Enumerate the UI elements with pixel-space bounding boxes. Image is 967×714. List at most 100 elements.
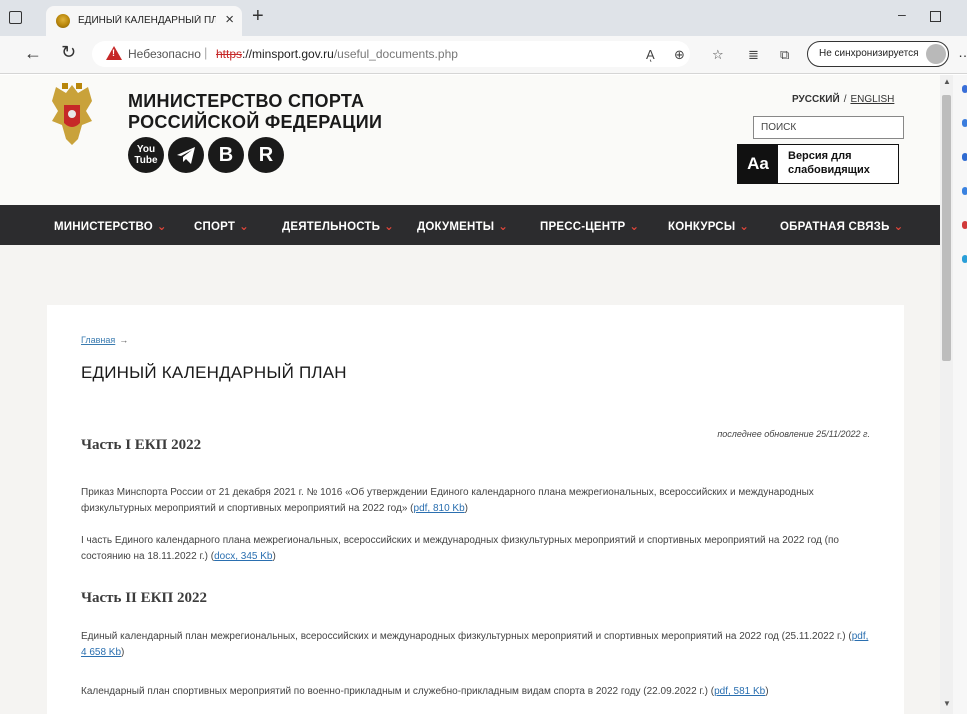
document-entry: Приказ Минспорта России от 21 декабря 20… <box>81 485 871 517</box>
nav-item-ministry[interactable]: МИНИСТЕРСТВО ⌄ <box>54 219 167 233</box>
read-aloud-icon[interactable]: Aͅ <box>646 47 655 62</box>
nav-label: КОНКУРСЫ <box>668 221 736 233</box>
warning-icon <box>106 46 122 60</box>
last-updated: последнее обновление 25/11/2022 г. <box>717 429 870 439</box>
breadcrumb-arrow: → <box>119 335 129 345</box>
chevron-down-icon: ⌄ <box>893 221 904 233</box>
section-title-part2: Часть II ЕКП 2022 <box>81 590 207 606</box>
rutube-icon[interactable]: R <box>248 137 284 173</box>
nav-label: ДЕЯТЕЛЬНОСТЬ <box>282 221 381 233</box>
ministry-name[interactable]: МИНИСТЕРСТВО СПОРТА РОССИЙСКОЙ ФЕДЕРАЦИИ <box>128 91 388 133</box>
nav-label: ДОКУМЕНТЫ <box>417 221 495 233</box>
sidebar-outlook-icon[interactable] <box>962 255 967 263</box>
youtube-text-top: You <box>136 144 156 155</box>
address-toolbar: ← ↻ Небезопасно | https://minsport.gov.r… <box>0 36 967 74</box>
breadcrumb-home-link[interactable]: Главная <box>81 335 115 345</box>
docx-download-link[interactable]: docx, 345 Kb <box>214 551 272 562</box>
entry-text: Календарный план спортивных мероприятий … <box>81 686 715 697</box>
pdf-download-link[interactable]: pdf, 810 Kb <box>414 503 465 514</box>
sync-profile-button[interactable]: Не синхронизируется <box>807 41 949 67</box>
coat-of-arms-icon[interactable] <box>48 81 96 147</box>
edge-sidebar <box>953 75 967 714</box>
sidebar-search-icon[interactable] <box>962 85 967 93</box>
entry-end: ) <box>765 686 769 697</box>
accessibility-aa-icon: Aa <box>738 145 778 183</box>
zoom-icon[interactable]: ⊕ <box>674 47 685 63</box>
tab-close-icon[interactable]: × <box>225 11 234 28</box>
telegram-icon[interactable] <box>168 137 204 173</box>
scroll-thumb[interactable] <box>942 95 951 361</box>
browser-tab[interactable]: ЕДИНЫЙ КАЛЕНДАРНЫЙ ПЛАН × <box>46 6 242 36</box>
nav-item-sport[interactable]: СПОРТ ⌄ <box>194 219 249 233</box>
nav-label: ПРЕСС-ЦЕНТР <box>540 221 626 233</box>
youtube-text-bottom: Tube <box>134 155 158 166</box>
site-header: МИНИСТЕРСТВО СПОРТА РОССИЙСКОЙ ФЕДЕРАЦИИ… <box>0 75 940 205</box>
document-entry: Единый календарный план межрегиональных,… <box>81 629 871 661</box>
document-entry: I часть Единого календарного плана межре… <box>81 533 871 565</box>
entry-end: ) <box>272 551 276 562</box>
sidebar-shopping-icon[interactable] <box>962 119 967 127</box>
nav-item-contests[interactable]: КОНКУРСЫ ⌄ <box>668 219 749 233</box>
accessibility-version-button[interactable]: Aa Версия для слабовидящих <box>737 144 899 184</box>
tab-bar: ЕДИНЫЙ КАЛЕНДАРНЫЙ ПЛАН × + – <box>0 0 967 36</box>
add-favorite-icon[interactable]: ☆ <box>712 47 724 63</box>
nav-label: СПОРТ <box>194 221 236 233</box>
chevron-down-icon: ⌄ <box>739 221 750 233</box>
accessibility-label: Версия для слабовидящих <box>788 150 870 176</box>
chevron-down-icon: ⌄ <box>239 221 249 233</box>
ministry-name-line2: РОССИЙСКОЙ ФЕДЕРАЦИИ <box>128 112 383 132</box>
ministry-name-line1: МИНИСТЕРСТВО СПОРТА <box>128 91 365 111</box>
url-path: /useful_documents.php <box>333 47 458 61</box>
telegram-plane-icon <box>177 147 195 164</box>
nav-label: МИНИСТЕРСТВО <box>54 221 153 233</box>
page-viewport: МИНИСТЕРСТВО СПОРТА РОССИЙСКОЙ ФЕДЕРАЦИИ… <box>0 75 940 714</box>
sidebar-office-icon[interactable] <box>962 221 967 229</box>
nav-item-press-center[interactable]: ПРЕСС-ЦЕНТР ⌄ <box>540 219 639 233</box>
chevron-down-icon: ⌄ <box>498 221 509 233</box>
pdf-download-link[interactable]: pdf, 581 Kb <box>714 686 765 697</box>
entry-end: ) <box>121 647 125 658</box>
address-bar[interactable]: Небезопасно | https://minsport.gov.ru/us… <box>92 41 690 67</box>
language-switcher: РУССКИЙ / ENGLISH <box>792 94 894 105</box>
chevron-down-icon: ⌄ <box>629 221 640 233</box>
vk-icon[interactable]: B <box>208 137 244 173</box>
lang-ru[interactable]: РУССКИЙ <box>792 94 840 105</box>
back-arrow-icon[interactable]: ← <box>24 43 42 64</box>
scroll-down-arrow-icon[interactable]: ▼ <box>943 699 951 708</box>
breadcrumb: Главная → <box>81 335 128 345</box>
scroll-up-arrow-icon[interactable]: ▲ <box>943 77 951 86</box>
youtube-icon[interactable]: You Tube <box>128 137 164 173</box>
lang-separator: / <box>843 94 847 105</box>
entry-end: ) <box>464 503 469 514</box>
window-menu-icon[interactable] <box>9 11 22 24</box>
page-title: ЕДИНЫЙ КАЛЕНДАРНЫЙ ПЛАН <box>81 363 347 382</box>
profile-avatar-icon <box>926 44 946 64</box>
page-scrollbar[interactable]: ▲ ▼ <box>940 75 953 714</box>
more-options-icon[interactable]: … <box>958 44 967 60</box>
url-text[interactable]: https://minsport.gov.ru/useful_documents… <box>216 47 458 61</box>
chevron-down-icon: ⌄ <box>156 221 167 233</box>
nav-item-activity[interactable]: ДЕЯТЕЛЬНОСТЬ ⌄ <box>282 219 394 233</box>
reload-icon[interactable]: ↻ <box>61 42 76 63</box>
url-scheme: https <box>216 47 243 61</box>
tab-title: ЕДИНЫЙ КАЛЕНДАРНЫЙ ПЛАН <box>78 15 216 26</box>
favorites-icon[interactable]: ≣ <box>748 47 759 63</box>
section-title-part1: Часть I ЕКП 2022 <box>81 437 202 453</box>
sync-label: Не синхронизируется <box>819 48 919 59</box>
new-tab-button[interactable]: + <box>252 5 264 28</box>
url-host: ://minsport.gov.ru <box>242 47 334 61</box>
collections-icon[interactable]: ⧉ <box>780 47 789 63</box>
maximize-button[interactable] <box>930 11 941 22</box>
document-entry: Календарный план спортивных мероприятий … <box>81 684 871 700</box>
minimize-button[interactable]: – <box>898 6 906 22</box>
sidebar-games-icon[interactable] <box>962 187 967 195</box>
nav-item-feedback[interactable]: ОБРАТНАЯ СВЯЗЬ ⌄ <box>780 219 903 233</box>
lang-en-link[interactable]: ENGLISH <box>850 94 894 105</box>
security-label[interactable]: Небезопасно <box>128 47 201 61</box>
site-favicon-icon <box>56 14 70 28</box>
sidebar-tools-icon[interactable] <box>962 153 967 161</box>
url-separator: | <box>204 45 208 60</box>
entry-text: Единый календарный план межрегиональных,… <box>81 631 852 642</box>
nav-item-documents[interactable]: ДОКУМЕНТЫ ⌄ <box>417 219 508 233</box>
search-input[interactable] <box>753 116 904 139</box>
